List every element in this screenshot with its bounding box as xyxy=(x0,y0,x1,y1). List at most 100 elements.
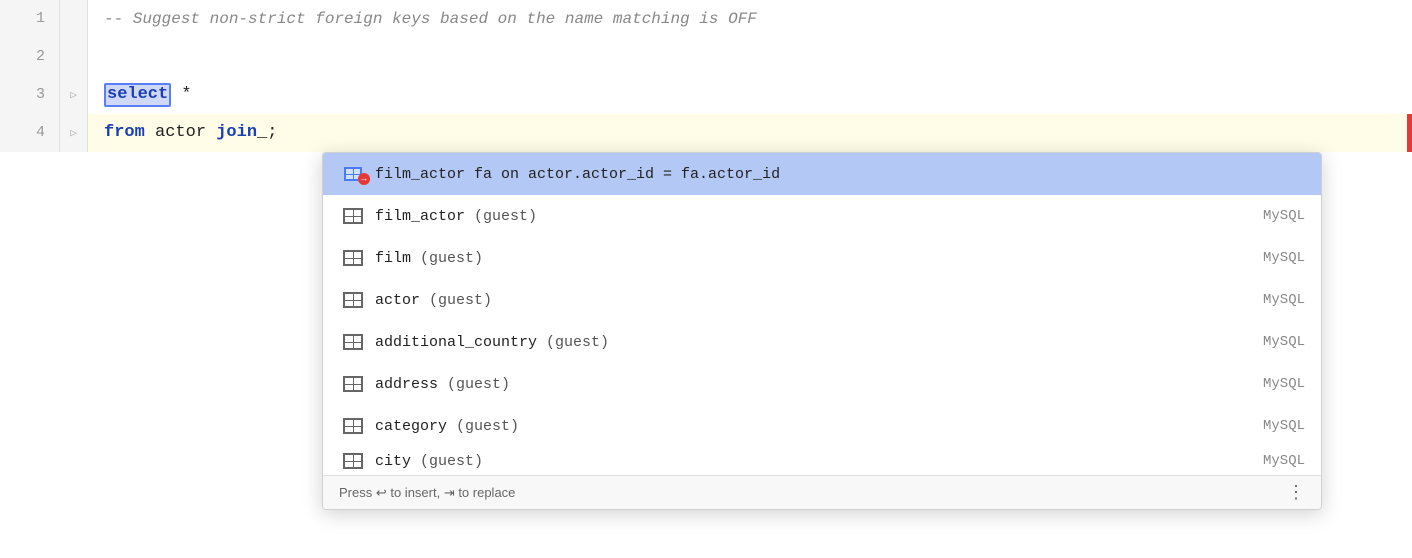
line-gutter-4: ▷ xyxy=(60,114,88,152)
item-name-5: address xyxy=(375,376,438,393)
tc-4 xyxy=(354,343,362,349)
autocomplete-item-0[interactable]: → film_actor fa on actor.actor_id = fa.a… xyxy=(323,153,1321,195)
error-marker-line4 xyxy=(1407,114,1412,152)
join-cell-3 xyxy=(346,175,353,180)
tc-1 xyxy=(345,420,353,426)
line-gutter-2 xyxy=(60,38,88,76)
autocomplete-item-1[interactable]: film_actor (guest) MySQL xyxy=(323,195,1321,237)
line-number-2: 2 xyxy=(0,38,60,76)
tc-3 xyxy=(345,427,353,433)
cursor-selection-3: select xyxy=(104,83,171,107)
breakpoint-icon-3[interactable]: ▷ xyxy=(70,88,77,102)
tc-1 xyxy=(345,336,353,342)
tc-2 xyxy=(354,420,362,426)
tc-3 xyxy=(345,259,353,265)
item-name-2: film xyxy=(375,250,411,267)
item-name-4: additional_country xyxy=(375,334,537,351)
table-grid-7 xyxy=(343,453,363,469)
editor-area: ! 1 -- Suggest non-strict foreign keys b… xyxy=(0,0,1412,558)
tc-4 xyxy=(354,427,362,433)
item-schema-4: MySQL xyxy=(1263,334,1305,350)
autocomplete-item-3[interactable]: actor (guest) MySQL xyxy=(323,279,1321,321)
tc-1 xyxy=(345,210,353,216)
tc-3 xyxy=(345,343,353,349)
tc-4 xyxy=(354,301,362,307)
item-schema-1: MySQL xyxy=(1263,208,1305,224)
item-text-0: film_actor fa on actor.actor_id = fa.act… xyxy=(375,166,1305,183)
tc-2 xyxy=(354,378,362,384)
item-schema-hint-1: (guest) xyxy=(474,208,537,225)
item-schema-7: MySQL xyxy=(1263,453,1305,469)
join-cell-1 xyxy=(346,169,353,174)
tc-1 xyxy=(345,252,353,258)
join-cell-2 xyxy=(354,169,361,174)
item-icon-6 xyxy=(339,418,367,434)
item-name-3: actor xyxy=(375,292,420,309)
autocomplete-item-4[interactable]: additional_country (guest) MySQL xyxy=(323,321,1321,363)
breakpoint-icon-4[interactable]: ▷ xyxy=(70,126,77,140)
item-text-6: category (guest) xyxy=(375,418,1255,435)
table-grid-4 xyxy=(343,334,363,350)
table-grid-5 xyxy=(343,376,363,392)
tc-2 xyxy=(354,252,362,258)
footer-hint: Press ↩ to insert, ⇥ to replace xyxy=(339,485,515,501)
line-content-4[interactable]: from actor join_; xyxy=(88,114,1412,152)
tc-4 xyxy=(354,259,362,265)
autocomplete-footer: Press ↩ to insert, ⇥ to replace ⋮ xyxy=(323,475,1321,509)
tc-4 xyxy=(354,462,362,468)
item-icon-0: → xyxy=(339,167,367,181)
table-grid-1 xyxy=(343,208,363,224)
tc-3 xyxy=(345,385,353,391)
keyword-select: select xyxy=(107,85,168,104)
tc-4 xyxy=(354,385,362,391)
tc-1 xyxy=(345,294,353,300)
item-icon-2 xyxy=(339,250,367,266)
item-schema-hint-5: (guest) xyxy=(447,376,510,393)
item-name-1: film_actor xyxy=(375,208,465,225)
line-gutter-3: ▷ xyxy=(60,76,88,114)
item-icon-4 xyxy=(339,334,367,350)
line-gutter-1 xyxy=(60,0,88,38)
autocomplete-item-6[interactable]: category (guest) MySQL xyxy=(323,405,1321,447)
tc-1 xyxy=(345,455,353,461)
item-text-5: address (guest) xyxy=(375,376,1255,393)
item-text-7: city (guest) xyxy=(375,453,1255,470)
item-text-3: actor (guest) xyxy=(375,292,1255,309)
item-name-6: category xyxy=(375,418,447,435)
join-arrow-badge: → xyxy=(358,173,370,185)
item-text-4: additional_country (guest) xyxy=(375,334,1255,351)
autocomplete-item-7[interactable]: city (guest) MySQL xyxy=(323,447,1321,475)
item-icon-5 xyxy=(339,376,367,392)
tc-3 xyxy=(345,462,353,468)
more-options-icon[interactable]: ⋮ xyxy=(1287,482,1305,503)
line4-cursor: _; xyxy=(257,114,277,152)
autocomplete-item-2[interactable]: film (guest) MySQL xyxy=(323,237,1321,279)
tc-4 xyxy=(354,217,362,223)
keyword-join: join xyxy=(216,114,257,152)
keyword-from: from xyxy=(104,114,145,152)
item-schema-5: MySQL xyxy=(1263,376,1305,392)
item-text-2: film (guest) xyxy=(375,250,1255,267)
item-icon-7 xyxy=(339,453,367,469)
autocomplete-item-5[interactable]: address (guest) MySQL xyxy=(323,363,1321,405)
line-content-3[interactable]: select * xyxy=(88,76,1412,114)
join-icon: → xyxy=(344,167,362,181)
table-grid-2 xyxy=(343,250,363,266)
editor-line-3: 3 ▷ select * xyxy=(0,76,1412,114)
tc-2 xyxy=(354,336,362,342)
comment-line-1: -- Suggest non-strict foreign keys based… xyxy=(104,0,757,38)
item-icon-1 xyxy=(339,208,367,224)
line3-rest: * xyxy=(171,76,191,114)
tc-2 xyxy=(354,294,362,300)
tc-2 xyxy=(354,210,362,216)
table-grid-6 xyxy=(343,418,363,434)
tc-1 xyxy=(345,378,353,384)
item-schema-6: MySQL xyxy=(1263,418,1305,434)
item-schema-hint-6: (guest) xyxy=(456,418,519,435)
editor-line-1: 1 -- Suggest non-strict foreign keys bas… xyxy=(0,0,1412,38)
item-schema-2: MySQL xyxy=(1263,250,1305,266)
line-number-4: 4 xyxy=(0,114,60,152)
item-schema-hint-7: (guest) xyxy=(420,453,483,470)
line-number-1: 1 xyxy=(0,0,60,38)
item-icon-3 xyxy=(339,292,367,308)
